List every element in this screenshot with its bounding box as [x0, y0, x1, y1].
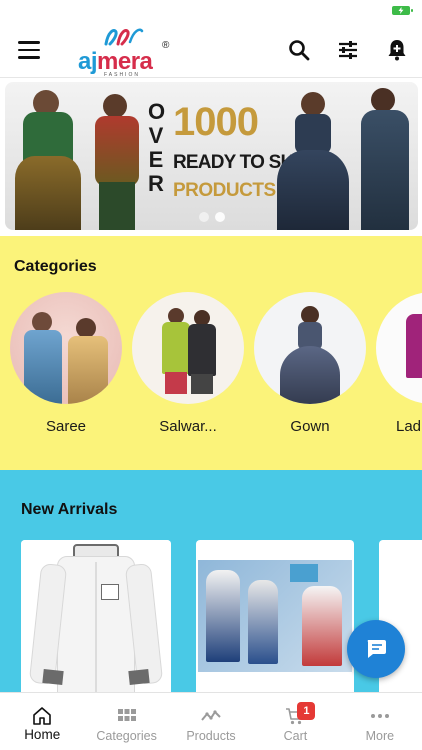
logo-tagline: FASHION	[104, 72, 140, 78]
category-label: Lad	[396, 418, 422, 435]
trend-icon	[201, 710, 221, 721]
category-label: Gown	[290, 418, 330, 435]
category-image-gown	[254, 292, 366, 404]
bottom-navigation: Home Categories Products 1 Cart More	[0, 692, 422, 750]
new-arrivals-title: New Arrivals	[21, 501, 118, 518]
product-card-1[interactable]	[21, 540, 171, 700]
chat-bubble-icon	[367, 640, 386, 658]
carousel-dot-2[interactable]	[215, 212, 225, 222]
battery-icon	[392, 6, 413, 15]
banner-model-image-2	[87, 92, 145, 230]
search-icon[interactable]	[287, 38, 311, 62]
grid-icon	[117, 709, 136, 721]
nav-item-more[interactable]: More	[338, 693, 422, 750]
carousel-dot-1[interactable]	[199, 212, 209, 222]
category-image-saree	[10, 292, 122, 404]
category-item-salwar[interactable]: Salwar...	[132, 292, 244, 435]
categories-section: Categories Saree Salwar... Gown Lad	[0, 236, 422, 470]
banner-model-image-3	[277, 90, 349, 230]
category-label: Salwar...	[159, 418, 217, 435]
notification-bell-add-icon[interactable]	[385, 38, 409, 62]
nav-item-categories[interactable]: Categories	[84, 693, 168, 750]
banner-model-image-1	[15, 86, 81, 230]
categories-title: Categories	[14, 258, 97, 275]
chat-button[interactable]	[347, 620, 405, 678]
nav-label: Home	[24, 727, 61, 742]
app-screen: ajmera ® FASHION O V E R 1000 READY TO S…	[0, 0, 422, 750]
nav-item-home[interactable]: Home	[0, 693, 84, 750]
nav-label: Cart	[283, 729, 308, 743]
filter-sliders-icon[interactable]	[336, 38, 360, 62]
nav-label: Products	[186, 729, 236, 743]
category-item-gown[interactable]: Gown	[254, 292, 366, 435]
product-image-kurti-collection	[198, 560, 352, 672]
banner-number: 1000	[173, 100, 259, 144]
more-icon	[370, 714, 389, 718]
banner-model-image-4	[353, 86, 413, 230]
product-image-shirt	[21, 540, 171, 700]
nav-label: Categories	[96, 729, 157, 743]
nav-item-cart[interactable]: 1 Cart	[253, 693, 337, 750]
carousel-dots	[199, 212, 225, 222]
product-card-2[interactable]	[196, 540, 354, 700]
app-header: ajmera ® FASHION	[0, 22, 422, 78]
registered-mark: ®	[162, 40, 170, 51]
nav-label: More	[365, 729, 395, 743]
category-image-salwar	[132, 292, 244, 404]
banner-vertical-word: O V E R	[148, 99, 166, 196]
logo-mark-icon	[104, 28, 144, 46]
status-bar	[0, 0, 422, 22]
home-icon	[33, 707, 52, 725]
brand-logo[interactable]: ajmera ® FASHION	[76, 26, 176, 78]
categories-carousel[interactable]: Saree Salwar... Gown Lad	[10, 292, 422, 435]
category-item-ladies[interactable]: Lad	[376, 292, 422, 435]
category-item-saree[interactable]: Saree	[10, 292, 122, 435]
cart-count-badge: 1	[297, 702, 316, 720]
menu-icon[interactable]	[18, 41, 40, 59]
category-label: Saree	[45, 418, 87, 435]
promo-banner-carousel[interactable]: O V E R 1000 READY TO SHIP PRODUCTS	[5, 82, 418, 230]
category-image-ladies	[376, 292, 422, 404]
nav-item-products[interactable]: Products	[169, 693, 253, 750]
banner-subheadline: PRODUCTS	[173, 180, 276, 201]
